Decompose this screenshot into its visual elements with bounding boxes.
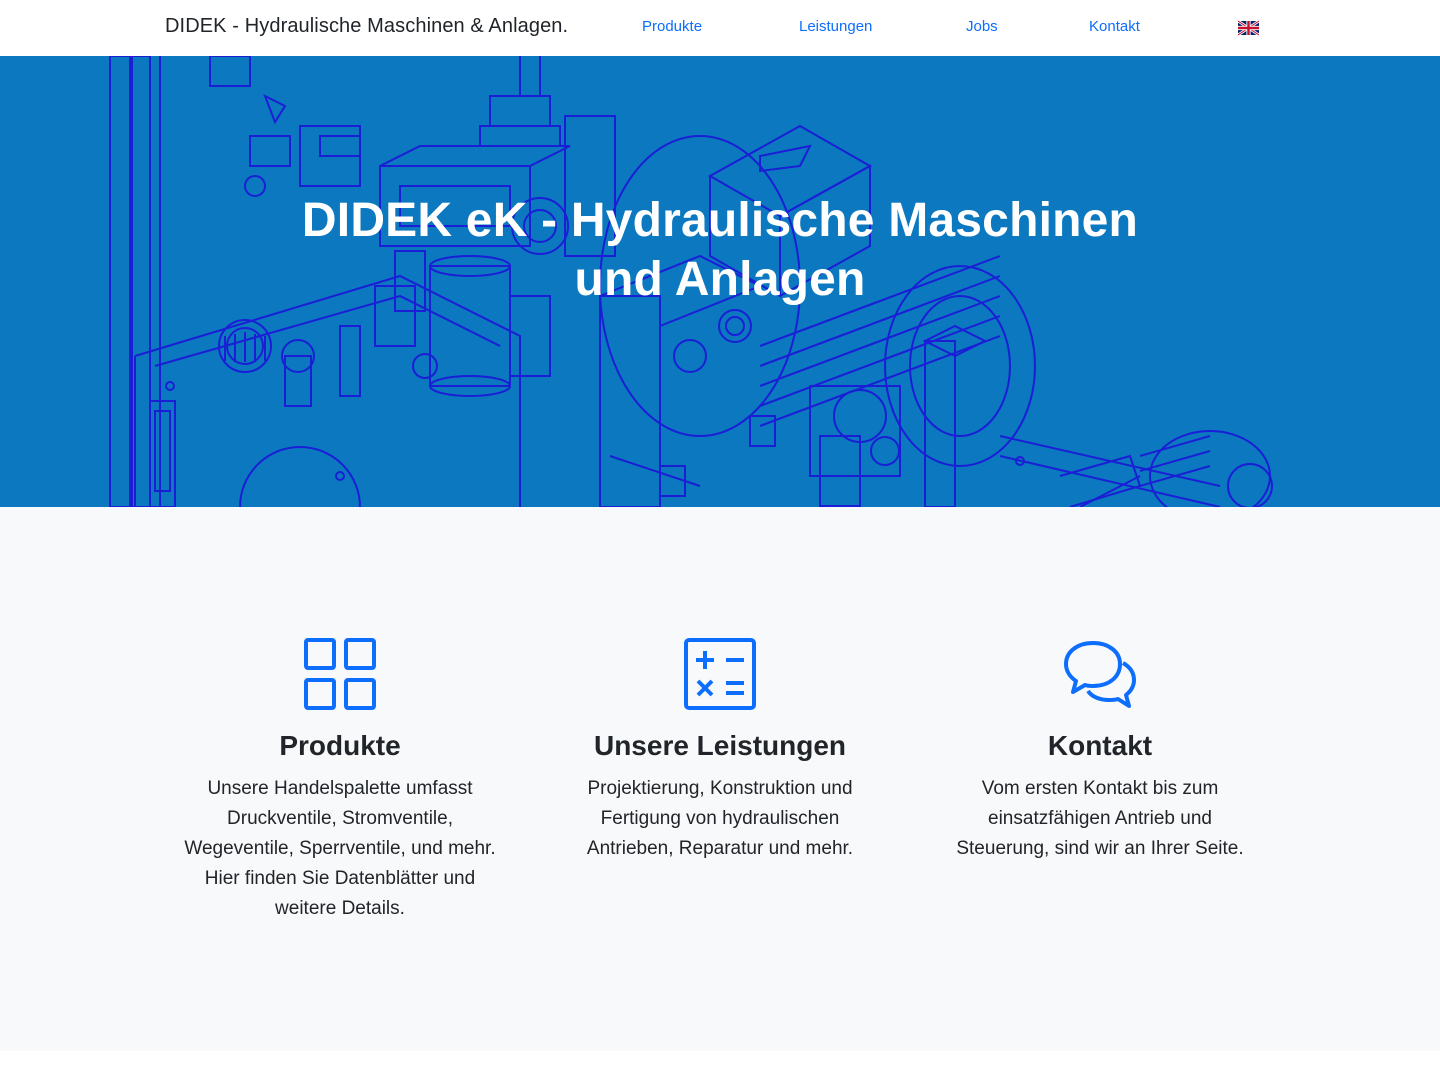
nav-link-leistungen[interactable]: Leistungen [799,18,872,35]
feature-description: Vom ersten Kontakt bis zum einsatzfähige… [956,778,1244,859]
feature-title: Produkte [279,730,401,761]
feature-description: Projektierung, Konstruktion und Fertigun… [586,778,854,859]
feature-produkte: Produkte Unsere Handelspalette umfasst D… [170,637,510,924]
chat-bubbles-icon [1064,641,1136,708]
feature-title: Unsere Leistungen [593,730,847,761]
hero-banner: DIDEK eK - Hydraulische Maschinen und An… [0,56,1440,507]
top-navbar: DIDEK - Hydraulische Maschinen & Anlagen… [0,0,1440,56]
hero-title: DIDEK eK - Hydraulische Maschinen und An… [301,194,1139,306]
nav-link-jobs[interactable]: Jobs [966,18,998,35]
feature-title: Kontakt [1047,730,1153,761]
feature-kontakt: Kontakt Vom ersten Kontakt bis zum einsa… [930,637,1270,864]
page-bottom-strip [0,1051,1440,1080]
feature-leistungen: Unsere Leistungen Projektierung, Konstru… [550,637,890,864]
grid-icon [304,638,376,710]
features-section: Produkte Unsere Handelspalette umfasst D… [0,507,1440,1051]
brand-link[interactable]: DIDEK - Hydraulische Maschinen & Anlagen… [165,15,568,38]
nav-link-produkte[interactable]: Produkte [642,18,702,35]
calculator-icon [684,638,756,710]
uk-flag-icon[interactable] [1238,20,1259,36]
feature-description: Unsere Handelspalette umfasst Druckventi… [184,778,496,919]
nav-link-kontakt[interactable]: Kontakt [1089,18,1140,35]
